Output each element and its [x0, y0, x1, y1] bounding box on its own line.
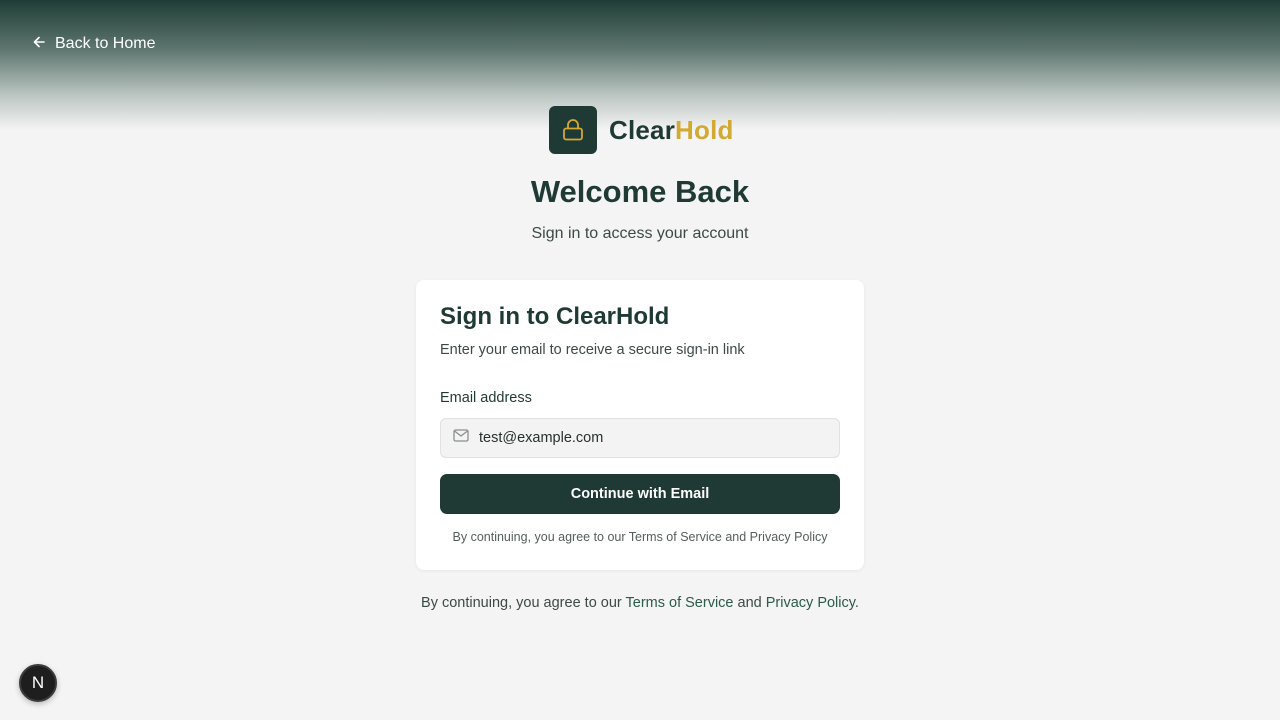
- signin-card: Sign in to ClearHold Enter your email to…: [416, 280, 864, 570]
- card-description: Enter your email to receive a secure sig…: [440, 342, 745, 358]
- brand-name-part2: Hold: [675, 114, 734, 145]
- card-title: Sign in to ClearHold: [440, 303, 670, 330]
- continue-with-email-button[interactable]: Continue with Email: [440, 474, 840, 514]
- page-title: Welcome Back: [530, 174, 750, 209]
- footer-terms-suffix: .: [854, 595, 859, 611]
- back-to-home-link[interactable]: Back to Home: [32, 33, 155, 55]
- arrow-left-icon: [32, 35, 46, 54]
- email-label: Email address: [440, 390, 532, 406]
- brand-name: ClearHold: [609, 115, 734, 146]
- brand-logo: ClearHold: [549, 106, 734, 154]
- brand-name-part1: Clear: [609, 114, 676, 145]
- privacy-policy-link[interactable]: Privacy Policy: [766, 595, 855, 611]
- footer-terms-prefix: By continuing, you agree to our: [421, 595, 626, 611]
- email-input[interactable]: [479, 430, 819, 446]
- back-to-home-label: Back to Home: [55, 35, 156, 52]
- terms-of-service-link[interactable]: Terms of Service: [626, 595, 734, 611]
- footer-terms: By continuing, you agree to our Terms of…: [0, 595, 1280, 611]
- footer-terms-and: and: [733, 595, 766, 611]
- page-subtitle: Sign in to access your account: [531, 225, 749, 242]
- mail-icon: [453, 429, 469, 447]
- dev-tools-badge[interactable]: N: [19, 664, 57, 702]
- card-terms-text: By continuing, you agree to our Terms of…: [452, 530, 828, 544]
- lock-icon: [549, 106, 597, 154]
- email-field[interactable]: [440, 418, 840, 458]
